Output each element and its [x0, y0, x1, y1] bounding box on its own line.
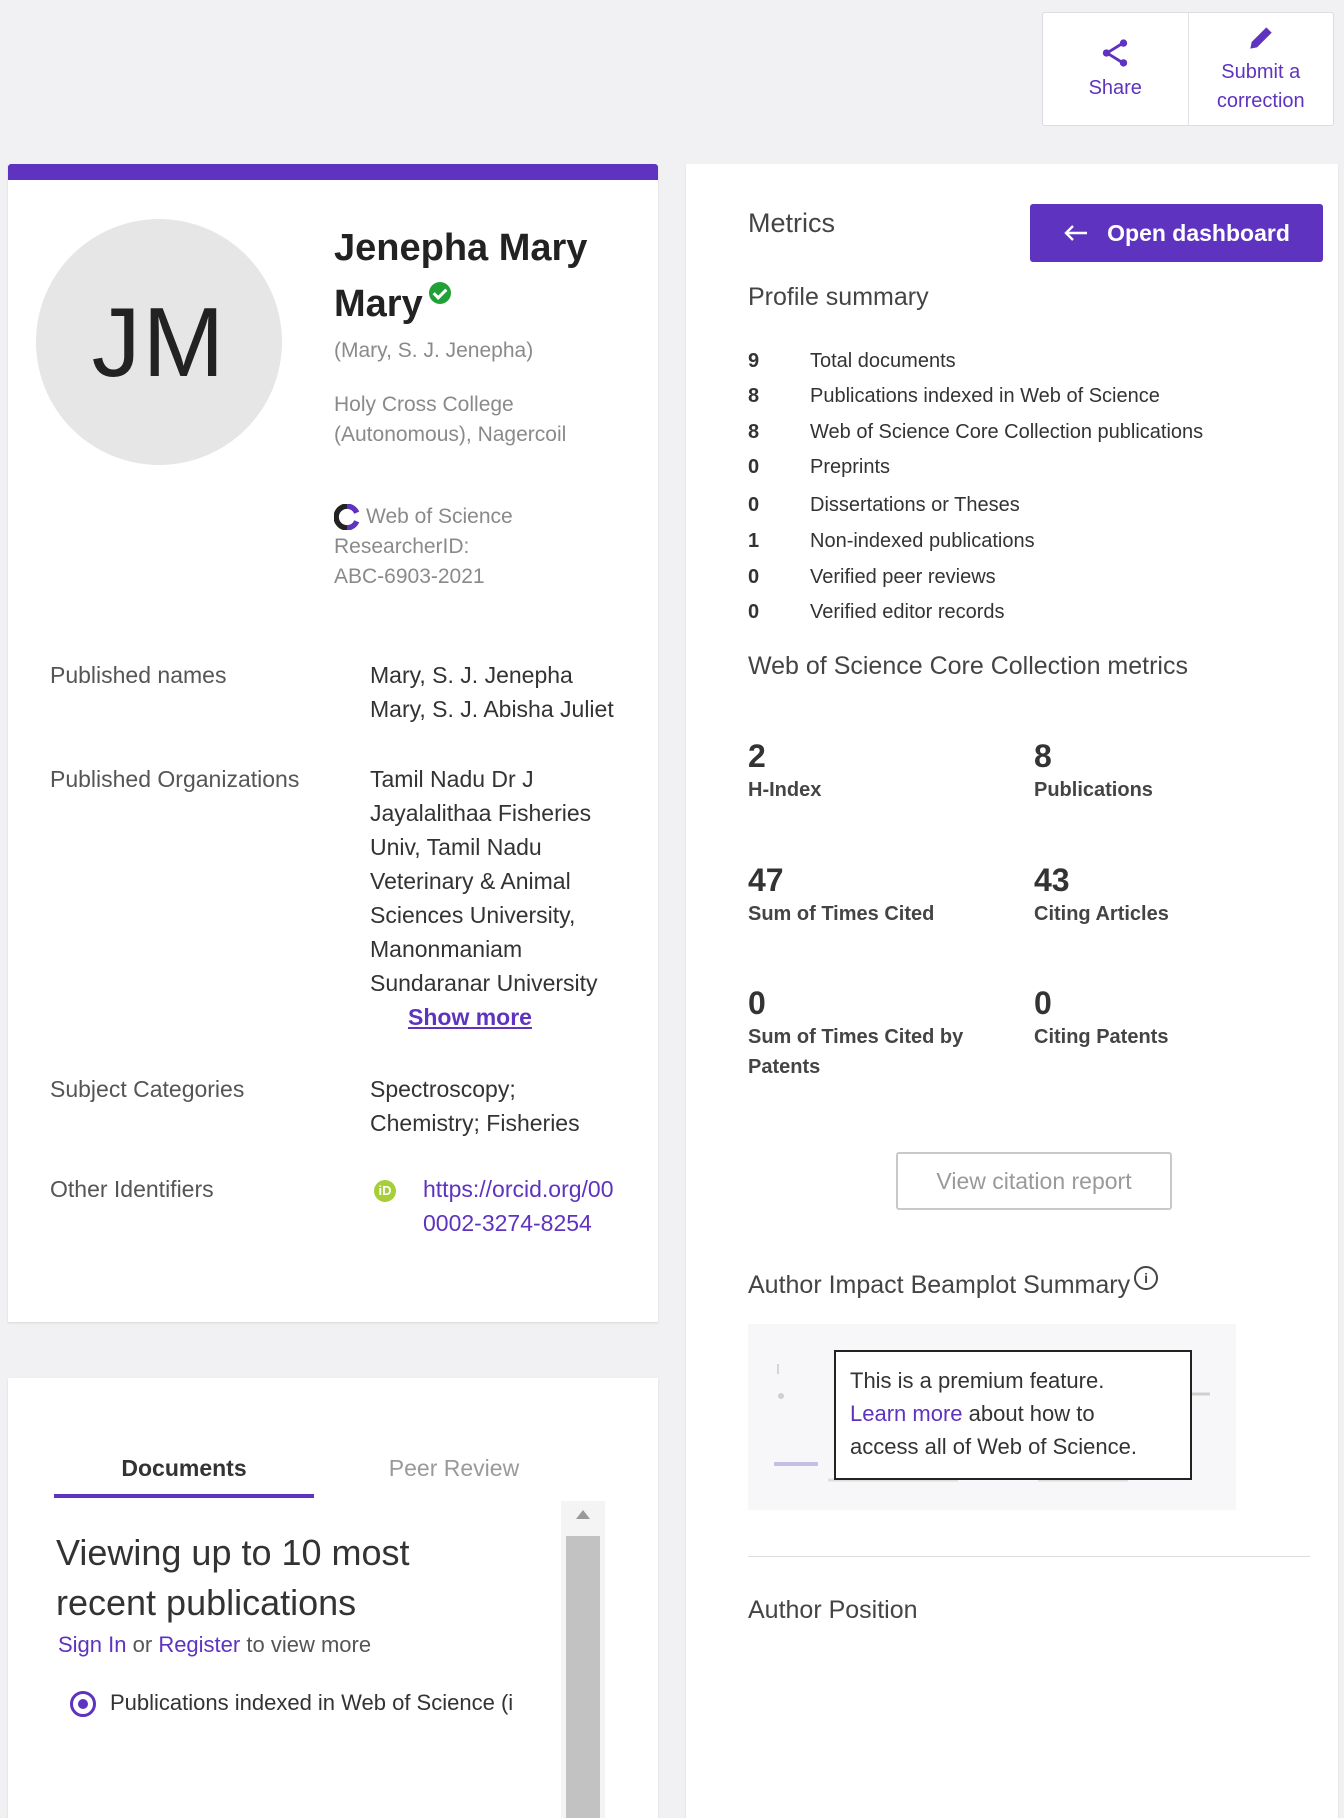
share-icon — [1103, 38, 1128, 67]
org-line: Jayalalithaa Fisheries — [370, 800, 592, 826]
other-identifiers-label: Other Identifiers — [50, 1176, 214, 1202]
author-position-heading: Author Position — [748, 1596, 918, 1624]
sign-in-link[interactable]: Sign In — [58, 1632, 127, 1657]
orcid-icon: iD — [374, 1180, 396, 1202]
summary-row: 0 Dissertations or Theses — [748, 494, 1020, 516]
profile-name-line2: Mary — [334, 283, 423, 325]
org-line: Univ, Tamil Nadu — [370, 834, 542, 860]
metric-h-index: 2 H-Index — [748, 738, 822, 801]
metric-times-cited-by-patents: 0 Sum of Times Cited by Patents — [748, 985, 964, 1078]
premium-feature-tooltip: This is a premium feature. Learn more ab… — [834, 1350, 1192, 1480]
profile-card: JM Jenepha Mary Mary (Mary, S. J. Jeneph… — [8, 164, 658, 1322]
submit-correction-line2: correction — [1216, 90, 1305, 112]
profile-name: Jenepha Mary Mary — [334, 220, 654, 332]
affiliation-line2: (Autonomous), Nagercoil — [334, 423, 567, 446]
researcher-id-label: ResearcherID: — [334, 535, 470, 558]
share-label: Share — [1088, 76, 1142, 99]
core-metrics-heading: Web of Science Core Collection metrics — [748, 652, 1188, 680]
premium-line1: This is a premium feature. — [850, 1368, 1105, 1393]
affiliation-line1: Holy Cross College — [334, 393, 514, 416]
wos-label: Web of Science — [366, 505, 513, 528]
verified-check-icon — [428, 282, 451, 304]
summary-row: 0 Verified editor records — [748, 601, 1005, 623]
summary-row: 1 Non-indexed publications — [748, 530, 1035, 552]
open-dashboard-button[interactable]: Open dashboard — [1030, 204, 1323, 262]
submit-correction-line1: Submit a — [1221, 61, 1301, 83]
beamplot-heading: Author Impact Beamplot Summary i — [748, 1266, 1159, 1300]
summary-row: 9 Total documents — [748, 350, 956, 372]
learn-more-link[interactable]: Learn more — [850, 1401, 963, 1426]
section-divider — [748, 1556, 1310, 1557]
researcher-id-value: ABC-6903-2021 — [334, 565, 485, 588]
submit-correction-button[interactable]: Submit a correction — [1187, 13, 1334, 125]
show-more-link[interactable]: Show more — [408, 1004, 532, 1030]
summary-row: 8 Publications indexed in Web of Science — [748, 385, 1160, 407]
subject-categories-value: Spectroscopy; Chemistry; Fisheries — [370, 1072, 580, 1140]
avatar: JM — [36, 219, 282, 465]
published-name: Mary, S. J. Abisha Juliet — [370, 696, 614, 722]
published-names-value: Mary, S. J. Jenepha Mary, S. J. Abisha J… — [370, 658, 614, 726]
radio-label: Publications indexed in Web of Science (… — [110, 1690, 514, 1715]
org-line: Veterinary & Animal — [370, 868, 571, 894]
sign-in-prompt: Sign In or Register to view more — [58, 1632, 371, 1658]
subject-line: Spectroscopy; — [370, 1076, 516, 1102]
summary-row: 0 Verified peer reviews — [748, 566, 996, 588]
summary-row: 0 Preprints — [748, 456, 891, 478]
researcher-id-block: Web of Science ResearcherID: ABC-6903-20… — [334, 502, 513, 592]
org-line: Sundaranar University — [370, 970, 598, 996]
metric-citing-articles: 43 Citing Articles — [1034, 862, 1169, 925]
affiliation: Holy Cross College (Autonomous), Nagerco… — [334, 390, 566, 450]
orcid-line1: https://orcid.org/00 — [423, 1176, 614, 1202]
share-button[interactable]: Share — [1043, 13, 1188, 125]
published-name: Mary, S. J. Jenepha — [370, 662, 573, 688]
publications-filter-radio[interactable]: Publications indexed in Web of Science (… — [70, 1690, 568, 1718]
tab-documents[interactable]: Documents — [54, 1442, 314, 1498]
arrow-left-icon — [1064, 225, 1088, 241]
org-line: Manonmaniam — [370, 936, 523, 962]
subject-line: Chemistry; Fisheries — [370, 1110, 580, 1136]
metric-publications: 8 Publications — [1034, 738, 1153, 801]
premium-line3: access all of Web of Science. — [850, 1434, 1137, 1459]
scrollbar-thumb[interactable] — [566, 1536, 600, 1818]
or-text: or — [132, 1632, 153, 1657]
register-link[interactable]: Register — [158, 1632, 240, 1657]
org-line: Tamil Nadu Dr J — [370, 766, 534, 792]
profile-name-line1: Jenepha Mary — [334, 227, 588, 269]
metrics-heading: Metrics — [748, 208, 835, 238]
scroll-up-arrow-icon[interactable] — [576, 1510, 590, 1519]
documents-card: Documents Peer Review Viewing up to 10 m… — [8, 1378, 658, 1818]
web-of-science-logo-icon — [334, 504, 360, 531]
view-citation-report-button[interactable]: View citation report — [896, 1152, 1172, 1210]
orcid-link[interactable]: https://orcid.org/00 0002-3274-8254 — [423, 1172, 643, 1240]
premium-line2: about how to — [968, 1401, 1095, 1426]
metric-citing-patents: 0 Citing Patents — [1034, 985, 1169, 1048]
published-orgs-label: Published Organizations — [50, 766, 300, 792]
tab-peer-review[interactable]: Peer Review — [324, 1442, 584, 1494]
profile-card-accent-bar — [8, 164, 658, 180]
subject-categories-label: Subject Categories — [50, 1076, 245, 1102]
info-icon[interactable]: i — [1134, 1266, 1159, 1290]
documents-heading: Viewing up to 10 most recent publication… — [56, 1532, 410, 1623]
published-names-label: Published names — [50, 662, 227, 688]
radio-selected-icon — [70, 1691, 96, 1718]
orcid-line2: 0002-3274-8254 — [423, 1210, 592, 1236]
alt-name: (Mary, S. J. Jenepha) — [334, 339, 534, 362]
open-dashboard-label: Open dashboard — [1107, 219, 1290, 246]
action-box: Share Submit a correction — [1042, 12, 1334, 126]
metric-sum-times-cited: 47 Sum of Times Cited — [748, 862, 935, 925]
summary-row: 8 Web of Science Core Collection publicat… — [748, 421, 1204, 443]
org-line: Sciences University, — [370, 902, 576, 928]
profile-summary-heading: Profile summary — [748, 283, 929, 311]
to-view-more-text: to view more — [246, 1632, 372, 1657]
pencil-icon — [1250, 27, 1272, 49]
published-orgs-value: Tamil Nadu Dr J Jayalalithaa Fisheries U… — [370, 762, 598, 1034]
